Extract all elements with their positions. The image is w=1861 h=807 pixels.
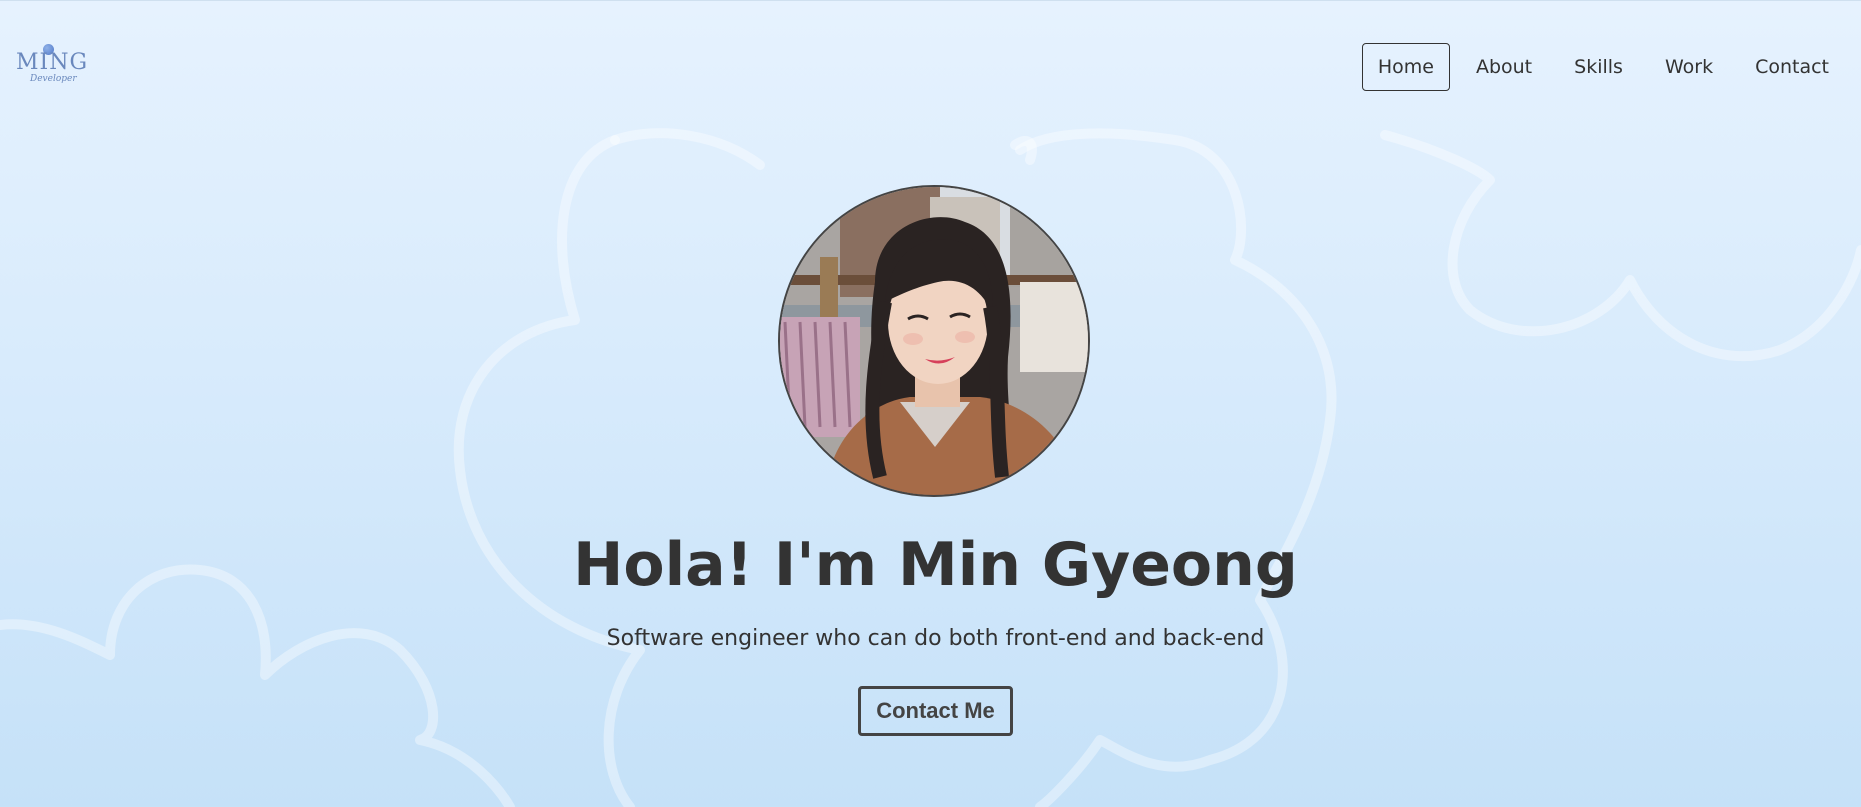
nav-item-home[interactable]: Home — [1361, 43, 1450, 91]
logo-text: MING — [16, 50, 89, 75]
nav-item-about[interactable]: About — [1460, 43, 1548, 91]
hero-title: Hola! I'm Min Gyeong — [573, 530, 1298, 600]
nav-item-work[interactable]: Work — [1649, 43, 1729, 91]
hero-subtitle: Software engineer who can do both front-… — [606, 626, 1265, 651]
nav-item-skills[interactable]: Skills — [1558, 43, 1639, 91]
contact-me-button[interactable]: Contact Me — [858, 686, 1013, 736]
profile-photo — [778, 185, 1090, 497]
nav-item-contact[interactable]: Contact — [1739, 43, 1845, 91]
logo-subtext: Developer — [30, 74, 77, 84]
main-nav: Home About Skills Work Contact — [1361, 43, 1845, 91]
cta-container: Contact Me — [0, 686, 1861, 736]
logo[interactable]: MING Developer — [16, 42, 87, 88]
